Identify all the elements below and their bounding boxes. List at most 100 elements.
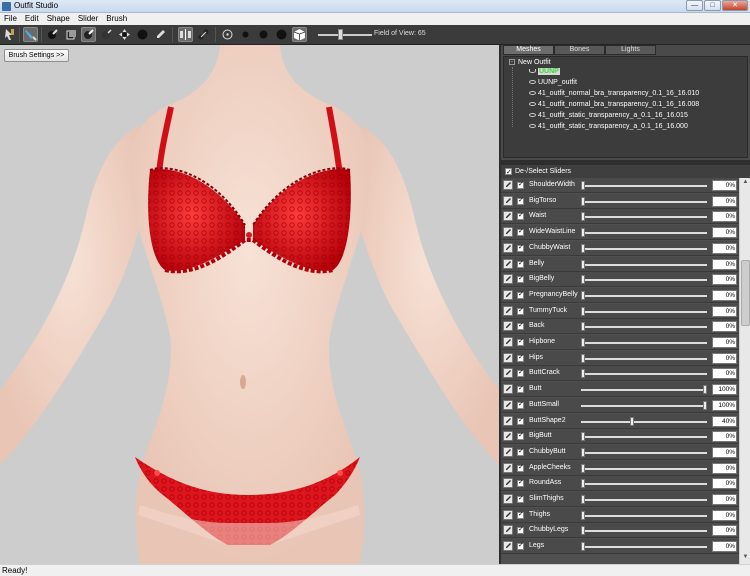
slider-edit-brush-icon[interactable] bbox=[503, 446, 513, 457]
slider-track[interactable] bbox=[581, 326, 707, 329]
brush-settings-button[interactable]: Brush Settings >> bbox=[4, 49, 69, 62]
slider-edit-brush-icon[interactable] bbox=[503, 478, 513, 489]
slider-value-field[interactable]: 0% bbox=[712, 211, 737, 223]
slider-edit-brush-icon[interactable] bbox=[503, 509, 513, 520]
brush-size-tiny-icon[interactable] bbox=[220, 27, 235, 42]
slider-thumb[interactable] bbox=[581, 353, 585, 363]
slider-checkbox[interactable] bbox=[517, 211, 524, 221]
tab-lights[interactable]: Lights bbox=[605, 45, 656, 55]
tree-root[interactable]: − New Outfit bbox=[509, 59, 551, 66]
slider-checkbox[interactable] bbox=[517, 180, 524, 189]
slider-value-field[interactable]: 0% bbox=[712, 446, 737, 458]
slider-edit-brush-icon[interactable] bbox=[503, 415, 513, 426]
slider-checkbox[interactable] bbox=[517, 196, 524, 205]
slider-edit-brush-icon[interactable] bbox=[503, 541, 513, 552]
slider-thumb[interactable] bbox=[581, 275, 585, 285]
slider-row[interactable]: SlimThighs 0% bbox=[501, 492, 739, 507]
unmask-brush-icon[interactable] bbox=[63, 27, 78, 42]
slider-checkbox[interactable] bbox=[517, 227, 524, 237]
slider-value-field[interactable]: 0% bbox=[712, 478, 737, 490]
brush-size-small-icon[interactable] bbox=[238, 27, 253, 42]
minimize-button[interactable]: — bbox=[686, 0, 703, 11]
slider-thumb[interactable] bbox=[581, 212, 585, 222]
slider-checkbox[interactable] bbox=[517, 494, 524, 503]
slider-thumb[interactable] bbox=[581, 542, 585, 552]
slider-thumb[interactable] bbox=[581, 196, 585, 206]
slider-value-field[interactable]: 100% bbox=[712, 399, 737, 411]
slider-value-field[interactable]: 0% bbox=[712, 541, 737, 553]
slider-checkbox[interactable] bbox=[517, 274, 524, 284]
slider-row[interactable]: ButtSmall 100% bbox=[501, 397, 739, 413]
tree-item-mesh-4[interactable]: 41_outfit_normal_bra_transparency_0.1_16… bbox=[529, 101, 699, 108]
slider-row[interactable]: ShoulderWidth 0% bbox=[501, 178, 739, 193]
tab-meshes[interactable]: Meshes bbox=[503, 45, 554, 55]
slider-track[interactable] bbox=[581, 530, 707, 533]
slider-edit-brush-icon[interactable] bbox=[503, 494, 513, 504]
view-cube-icon[interactable] bbox=[292, 27, 307, 42]
slider-value-field[interactable]: 0% bbox=[712, 525, 737, 537]
slider-row[interactable]: ChubbyLegs 0% bbox=[501, 523, 739, 539]
slider-track[interactable] bbox=[581, 310, 707, 313]
slider-thumb[interactable] bbox=[581, 526, 585, 536]
slider-value-field[interactable]: 0% bbox=[712, 337, 737, 348]
slider-checkbox[interactable] bbox=[517, 400, 524, 409]
scroll-up-icon[interactable]: ▲ bbox=[741, 179, 750, 188]
slider-row[interactable]: AppleCheeks 0% bbox=[501, 460, 739, 476]
slider-thumb[interactable] bbox=[703, 385, 707, 395]
brush-size-large-icon[interactable] bbox=[274, 27, 289, 42]
slider-track[interactable] bbox=[581, 357, 707, 360]
slider-value-field[interactable]: 0% bbox=[712, 509, 737, 521]
slider-track[interactable] bbox=[581, 483, 707, 486]
slider-edit-brush-icon[interactable] bbox=[503, 384, 513, 395]
slider-row[interactable]: ChubbyButt 0% bbox=[501, 444, 739, 460]
slider-checkbox[interactable] bbox=[517, 290, 524, 299]
slider-value-field[interactable]: 0% bbox=[712, 462, 737, 474]
slider-checkbox[interactable] bbox=[517, 541, 524, 551]
slider-checkbox[interactable] bbox=[517, 306, 524, 315]
slider-row[interactable]: Thighs 0% bbox=[501, 507, 739, 523]
scroll-thumb[interactable] bbox=[741, 260, 750, 326]
slider-value-field[interactable]: 40% bbox=[712, 415, 737, 427]
slider-track[interactable] bbox=[581, 546, 707, 549]
smooth-brush-icon[interactable] bbox=[135, 27, 150, 42]
slider-checkbox[interactable] bbox=[517, 321, 524, 331]
slider-track[interactable] bbox=[581, 373, 707, 376]
slider-checkbox[interactable] bbox=[517, 259, 524, 268]
slider-thumb[interactable] bbox=[581, 228, 585, 238]
maximize-button[interactable]: □ bbox=[704, 0, 721, 11]
slider-thumb[interactable] bbox=[581, 479, 585, 489]
scroll-down-icon[interactable]: ▼ bbox=[741, 554, 750, 563]
slider-track[interactable] bbox=[581, 451, 707, 454]
slider-checkbox[interactable] bbox=[517, 447, 524, 456]
slider-edit-brush-icon[interactable] bbox=[503, 258, 513, 269]
slider-track[interactable] bbox=[581, 342, 707, 344]
slider-row[interactable]: ButtShape2 40% bbox=[501, 413, 739, 429]
tab-bones[interactable]: Bones bbox=[554, 45, 605, 55]
slider-track[interactable] bbox=[581, 420, 707, 423]
slider-track[interactable] bbox=[581, 263, 707, 266]
slider-value-field[interactable]: 0% bbox=[712, 258, 737, 270]
3d-viewport[interactable]: Brush Settings >> bbox=[0, 45, 499, 564]
slider-thumb[interactable] bbox=[703, 400, 707, 410]
inflate-brush-icon[interactable] bbox=[81, 27, 96, 42]
tree-item-mesh-6[interactable]: 41_outfit_static_transparency_a_0.1_16_1… bbox=[529, 123, 688, 130]
slider-track[interactable] bbox=[581, 247, 707, 250]
menu-slider[interactable]: Slider bbox=[74, 13, 102, 25]
slider-track[interactable] bbox=[581, 200, 707, 203]
slider-checkbox[interactable] bbox=[517, 525, 524, 535]
slider-value-field[interactable]: 0% bbox=[712, 289, 737, 301]
move-brush-icon[interactable] bbox=[117, 27, 132, 42]
slider-value-field[interactable]: 0% bbox=[712, 368, 737, 380]
slider-value-field[interactable]: 0% bbox=[712, 227, 737, 239]
tree-item-uunp-outfit[interactable]: UUNP_outfit bbox=[529, 79, 577, 86]
slider-thumb[interactable] bbox=[581, 243, 585, 253]
tree-item-uunp[interactable]: UUNP bbox=[529, 68, 560, 75]
slider-edit-brush-icon[interactable] bbox=[503, 211, 513, 222]
slider-edit-brush-icon[interactable] bbox=[503, 462, 513, 473]
slider-thumb[interactable] bbox=[581, 259, 585, 269]
menu-shape[interactable]: Shape bbox=[43, 13, 74, 25]
slider-row[interactable]: BigBelly 0% bbox=[501, 272, 739, 288]
slider-row[interactable]: BigButt 0% bbox=[501, 429, 739, 445]
slider-checkbox[interactable] bbox=[517, 416, 524, 425]
slider-thumb[interactable] bbox=[581, 338, 585, 347]
